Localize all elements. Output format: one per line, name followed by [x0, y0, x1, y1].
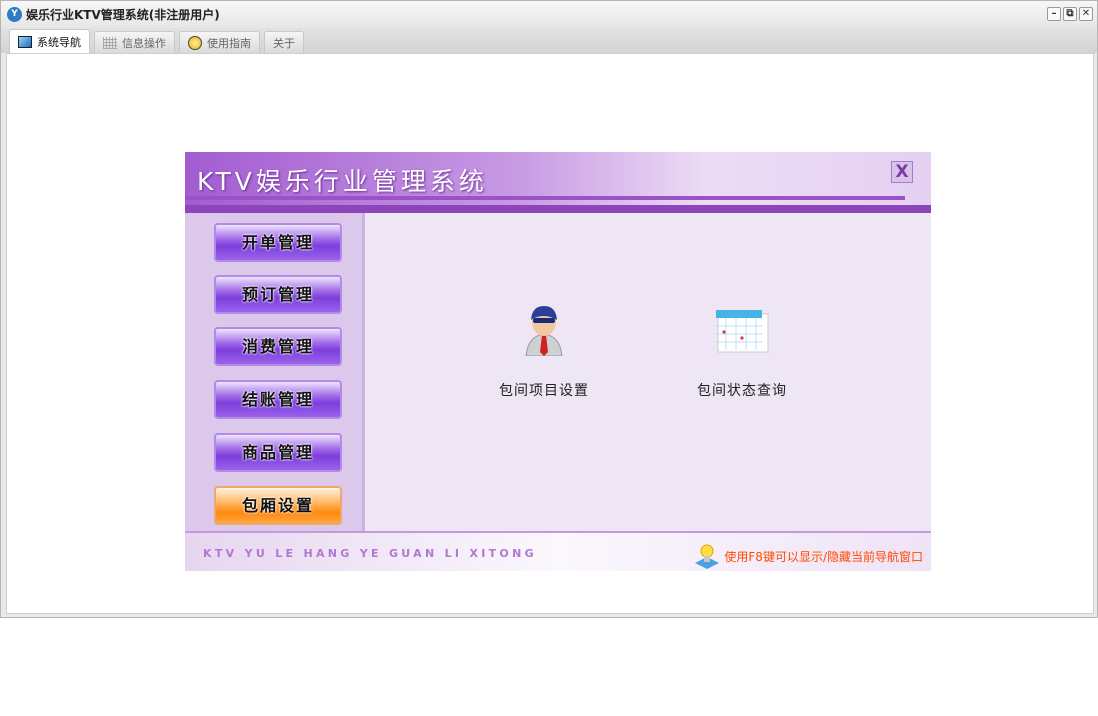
lightbulb-icon	[695, 544, 720, 569]
app-logo-icon: Y	[7, 7, 22, 22]
header-divider	[185, 196, 905, 200]
room-item-settings-label: 包间项目设置	[499, 383, 589, 399]
f8-tip: 使用F8键可以显示/隐藏当前导航窗口	[694, 543, 923, 569]
tab-about[interactable]: 关于	[264, 31, 304, 53]
close-button[interactable]: ✕	[1079, 7, 1093, 21]
panel-header: KTV娱乐行业管理系统 X	[185, 152, 931, 205]
minimize-button[interactable]: –	[1047, 7, 1061, 21]
main-area: 包间项目设置 包间状态查询	[365, 213, 931, 531]
grid-icon	[103, 36, 117, 49]
window-title: 娱乐行业KTV管理系统(非注册用户)	[26, 8, 220, 22]
panel-footer: KTV YU LE HANG YE GUAN LI XITONG 使用F8键可以…	[185, 531, 931, 571]
menu-room-settings[interactable]: 包厢设置	[214, 486, 342, 525]
header-band	[185, 205, 931, 213]
help-icon	[188, 35, 202, 50]
room-status-query[interactable]: 包间状态查询	[682, 302, 802, 400]
calendar-icon	[716, 310, 769, 353]
tab-info-ops[interactable]: 信息操作	[94, 31, 175, 53]
room-item-settings[interactable]: 包间项目设置	[484, 302, 604, 400]
tab-system-nav[interactable]: 系统导航	[9, 29, 90, 53]
monitor-icon	[18, 35, 32, 48]
menu-goods[interactable]: 商品管理	[214, 433, 342, 472]
tab-guide[interactable]: 使用指南	[179, 31, 260, 53]
sidebar-menu: 开单管理 预订管理 消费管理 结账管理 商品管理 包厢设置	[185, 213, 365, 531]
restore-button[interactable]: ⧉	[1063, 7, 1077, 21]
user-icon	[525, 306, 563, 357]
pinyin-caption: KTV YU LE HANG YE GUAN LI XITONG	[203, 547, 537, 560]
menu-order[interactable]: 开单管理	[214, 223, 342, 262]
tab-bar: 系统导航 信息操作 使用指南 关于	[1, 28, 1097, 53]
menu-checkout[interactable]: 结账管理	[214, 380, 342, 419]
panel-close-button[interactable]: X	[891, 161, 913, 183]
title-bar: Y 娱乐行业KTV管理系统(非注册用户) – ⧉ ✕	[1, 1, 1097, 28]
menu-consumption[interactable]: 消费管理	[214, 327, 342, 366]
room-status-query-label: 包间状态查询	[697, 383, 787, 399]
panel-title: KTV娱乐行业管理系统	[197, 167, 488, 196]
menu-reservation[interactable]: 预订管理	[214, 275, 342, 314]
navigation-panel: KTV娱乐行业管理系统 X 开单管理 预订管理 消费管理 结账管理 商品管理 包…	[185, 152, 931, 571]
